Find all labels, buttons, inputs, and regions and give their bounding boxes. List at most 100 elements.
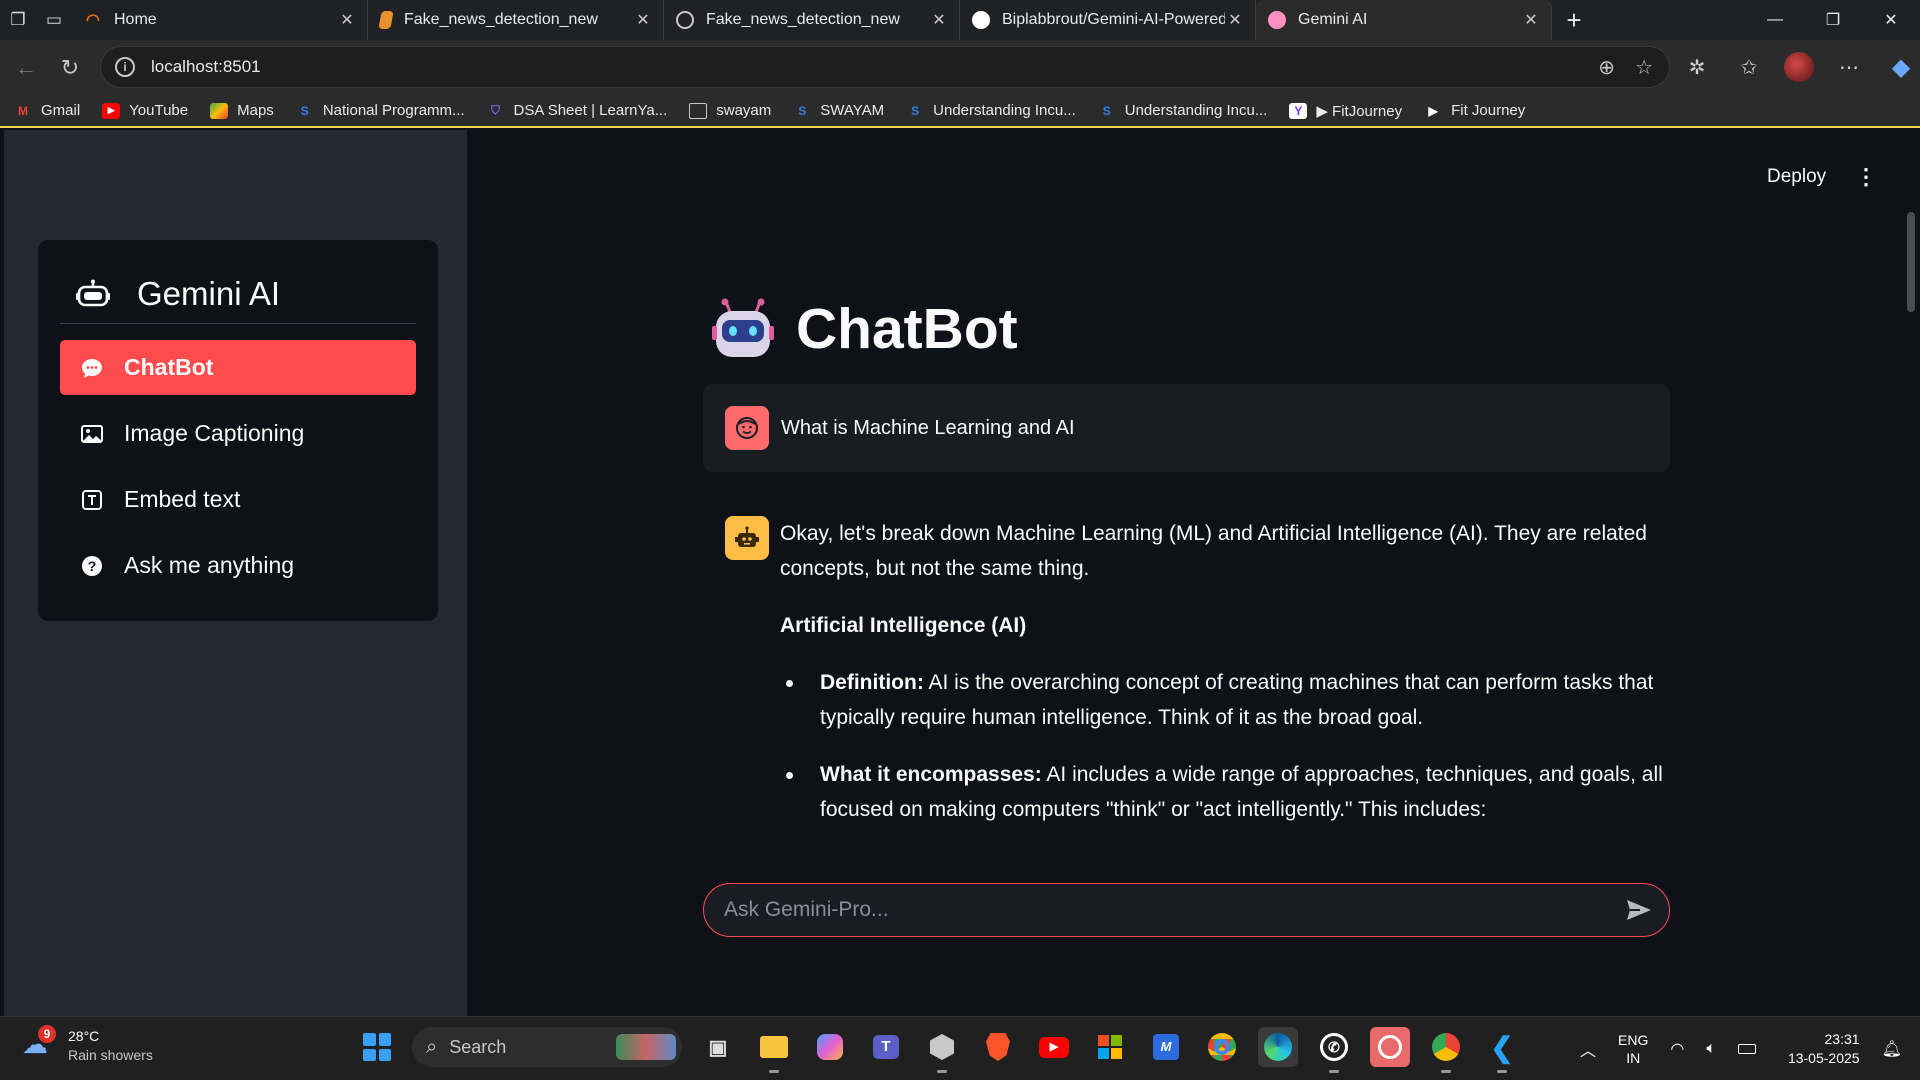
deploy-button[interactable]: Deploy <box>1767 166 1826 188</box>
sidebar-item-chatbot[interactable]: ChatBot <box>60 340 416 395</box>
swayam-icon: S <box>300 103 309 118</box>
refresh-orange-icon: ◠ <box>86 12 100 29</box>
file-explorer-icon[interactable] <box>754 1027 794 1073</box>
notifications-icon[interactable]: 🔔︎ <box>1882 1039 1902 1059</box>
maps-icon <box>210 102 229 119</box>
back-arrow-icon[interactable]: ← <box>4 48 48 88</box>
user-message-text: What is Machine Learning and AI <box>781 416 1075 439</box>
snipping-tool-icon[interactable] <box>1370 1027 1410 1067</box>
clock[interactable]: 23:31 13-05-2025 <box>1788 1030 1860 1068</box>
teams-icon[interactable]: T <box>866 1027 906 1067</box>
close-icon[interactable]: ✕ <box>633 10 653 30</box>
sidebar-item-ask-me-anything[interactable]: ? Ask me anything <box>60 538 416 593</box>
profile-avatar[interactable] <box>1784 52 1814 82</box>
bookmark-swayam[interactable]: S SWAYAM <box>793 102 884 119</box>
battery-icon[interactable] <box>1737 1044 1756 1054</box>
tab-title: Fake_news_detection_new <box>706 11 900 28</box>
main-content: Deploy ⋮ ChatBot What is Machine Learnin… <box>467 130 1920 1016</box>
zoom-icon[interactable]: ⊕ <box>1598 55 1615 80</box>
site-info-icon[interactable]: i <box>115 57 135 77</box>
chat-input[interactable] <box>703 883 1670 937</box>
bookmark-fitjourney[interactable]: Y ▶ FitJourney <box>1289 102 1402 120</box>
restore-icon[interactable]: ❐ <box>1804 0 1862 40</box>
swayam-icon: S <box>798 103 807 118</box>
list-item: Definition: AI is the overarching concep… <box>780 665 1670 735</box>
browser-tab-active[interactable]: Gemini AI ✕ <box>1256 0 1552 40</box>
assistant-heading: Artificial Intelligence (AI) <box>780 614 1027 637</box>
address-bar[interactable]: i localhost:8501 ⊕ ☆ <box>100 46 1670 88</box>
weather-widget[interactable]: ☁ 9 28°C Rain showers <box>22 1025 153 1065</box>
text-box-icon <box>80 488 104 512</box>
edge-icon[interactable] <box>1258 1027 1298 1067</box>
sidebar-item-image-captioning[interactable]: Image Captioning <box>60 406 416 461</box>
tab-title: Home <box>114 11 157 28</box>
reload-icon[interactable]: ↻ <box>48 48 92 88</box>
extensions-icon[interactable]: ✲ <box>1680 48 1714 86</box>
chrome-icon[interactable] <box>1202 1027 1242 1067</box>
sidebar-brand: Gemini AI <box>137 274 281 312</box>
close-icon[interactable]: ✕ <box>1225 10 1245 30</box>
store-icon[interactable] <box>1090 1027 1130 1067</box>
bookmark-fit-journey[interactable]: ▶ Fit Journey <box>1424 102 1525 119</box>
sidebar-item-embed-text[interactable]: Embed text <box>60 472 416 527</box>
notification-badge: 9 <box>38 1025 56 1043</box>
play-icon: ▶ <box>1428 103 1438 118</box>
task-view-icon[interactable]: ▣ <box>698 1027 738 1067</box>
bookmark-understanding-1[interactable]: S Understanding Incu... <box>906 102 1076 119</box>
bookmark-swayam-folder[interactable]: swayam <box>689 102 771 119</box>
new-tab-button[interactable]: + <box>1552 0 1596 40</box>
close-icon[interactable]: ✕ <box>337 10 357 30</box>
bookmark-dsa-sheet[interactable]: ⛉ DSA Sheet | LearnYa... <box>487 102 667 119</box>
robot-face-icon <box>712 298 774 360</box>
github-icon <box>972 11 990 29</box>
main-menu-icon[interactable]: ⋮ <box>1855 164 1877 190</box>
whatsapp-icon[interactable]: ✆ <box>1314 1027 1354 1073</box>
bookmark-youtube[interactable]: ▶ YouTube <box>102 102 188 119</box>
browser-tab[interactable]: Fake_news_detection_new ✕ <box>368 0 664 40</box>
browser-tab[interactable]: Biplabbrout/Gemini-AI-Powered-I ✕ <box>960 0 1256 40</box>
send-icon[interactable] <box>1609 899 1669 921</box>
windows-start-icon[interactable] <box>358 1028 396 1066</box>
copilot-icon[interactable]: ◆ <box>1884 48 1918 86</box>
sidebar-item-label: Ask me anything <box>124 552 295 578</box>
obs-icon[interactable] <box>922 1027 962 1073</box>
url-text[interactable]: localhost:8501 <box>151 57 261 77</box>
favorite-star-icon[interactable]: ☆ <box>1635 55 1653 80</box>
volume-icon[interactable]: 🔈︎ <box>1706 1040 1716 1058</box>
sidebar-item-label: ChatBot <box>124 354 214 380</box>
copilot-icon[interactable] <box>810 1027 850 1067</box>
chrome-profile-icon[interactable] <box>1426 1027 1466 1073</box>
bookmark-gmail[interactable]: M Gmail <box>14 102 80 119</box>
close-icon[interactable]: ✕ <box>1521 10 1541 30</box>
more-options-icon[interactable]: ⋯ <box>1832 48 1866 86</box>
minimize-icon[interactable]: — <box>1746 0 1804 40</box>
image-icon <box>80 422 104 446</box>
vertical-tabs-icon[interactable]: ▭ <box>36 0 72 40</box>
taskbar-search[interactable]: ⌕ Search <box>412 1027 682 1067</box>
browser-tab[interactable]: Fake_news_detection_new ✕ <box>664 0 960 40</box>
bookmark-understanding-2[interactable]: S Understanding Incu... <box>1098 102 1268 119</box>
page-title-text: ChatBot <box>796 297 1018 361</box>
youtube-icon[interactable]: ▶ <box>1034 1027 1074 1067</box>
close-window-icon[interactable]: ✕ <box>1862 0 1920 40</box>
wifi-icon[interactable]: ◠ <box>1670 1039 1684 1059</box>
scrollbar[interactable] <box>1907 212 1915 312</box>
workspaces-icon[interactable]: ❐ <box>0 0 36 40</box>
streamlit-app: Gemini AI ChatBot Image Captioning Embed… <box>0 130 1920 1016</box>
language-indicator[interactable]: ENG IN <box>1618 1031 1648 1067</box>
code-editor-icon[interactable]: M <box>1146 1027 1186 1067</box>
sidebar-item-label: Embed text <box>124 486 241 512</box>
brave-icon[interactable] <box>978 1027 1018 1067</box>
browser-tab-strip: ❐ ▭ ◠ Home ✕ Fake_news_detection_new ✕ F… <box>0 0 1920 40</box>
gmail-icon: M <box>18 103 28 118</box>
swayam-icon: S <box>911 103 920 118</box>
vscode-icon[interactable]: ❮ <box>1482 1027 1522 1073</box>
chevron-up-icon[interactable]: ︿ <box>1580 1037 1596 1061</box>
chat-input-field[interactable] <box>724 898 1609 922</box>
browser-tab[interactable]: ◠ Home ✕ <box>72 0 368 40</box>
bookmark-maps[interactable]: Maps <box>210 102 274 119</box>
close-icon[interactable]: ✕ <box>929 10 949 30</box>
sidebar: Gemini AI ChatBot Image Captioning Embed… <box>4 130 467 1016</box>
bookmark-national-programme[interactable]: S National Programm... <box>296 102 465 119</box>
favorites-icon[interactable]: ✩ <box>1732 48 1766 86</box>
